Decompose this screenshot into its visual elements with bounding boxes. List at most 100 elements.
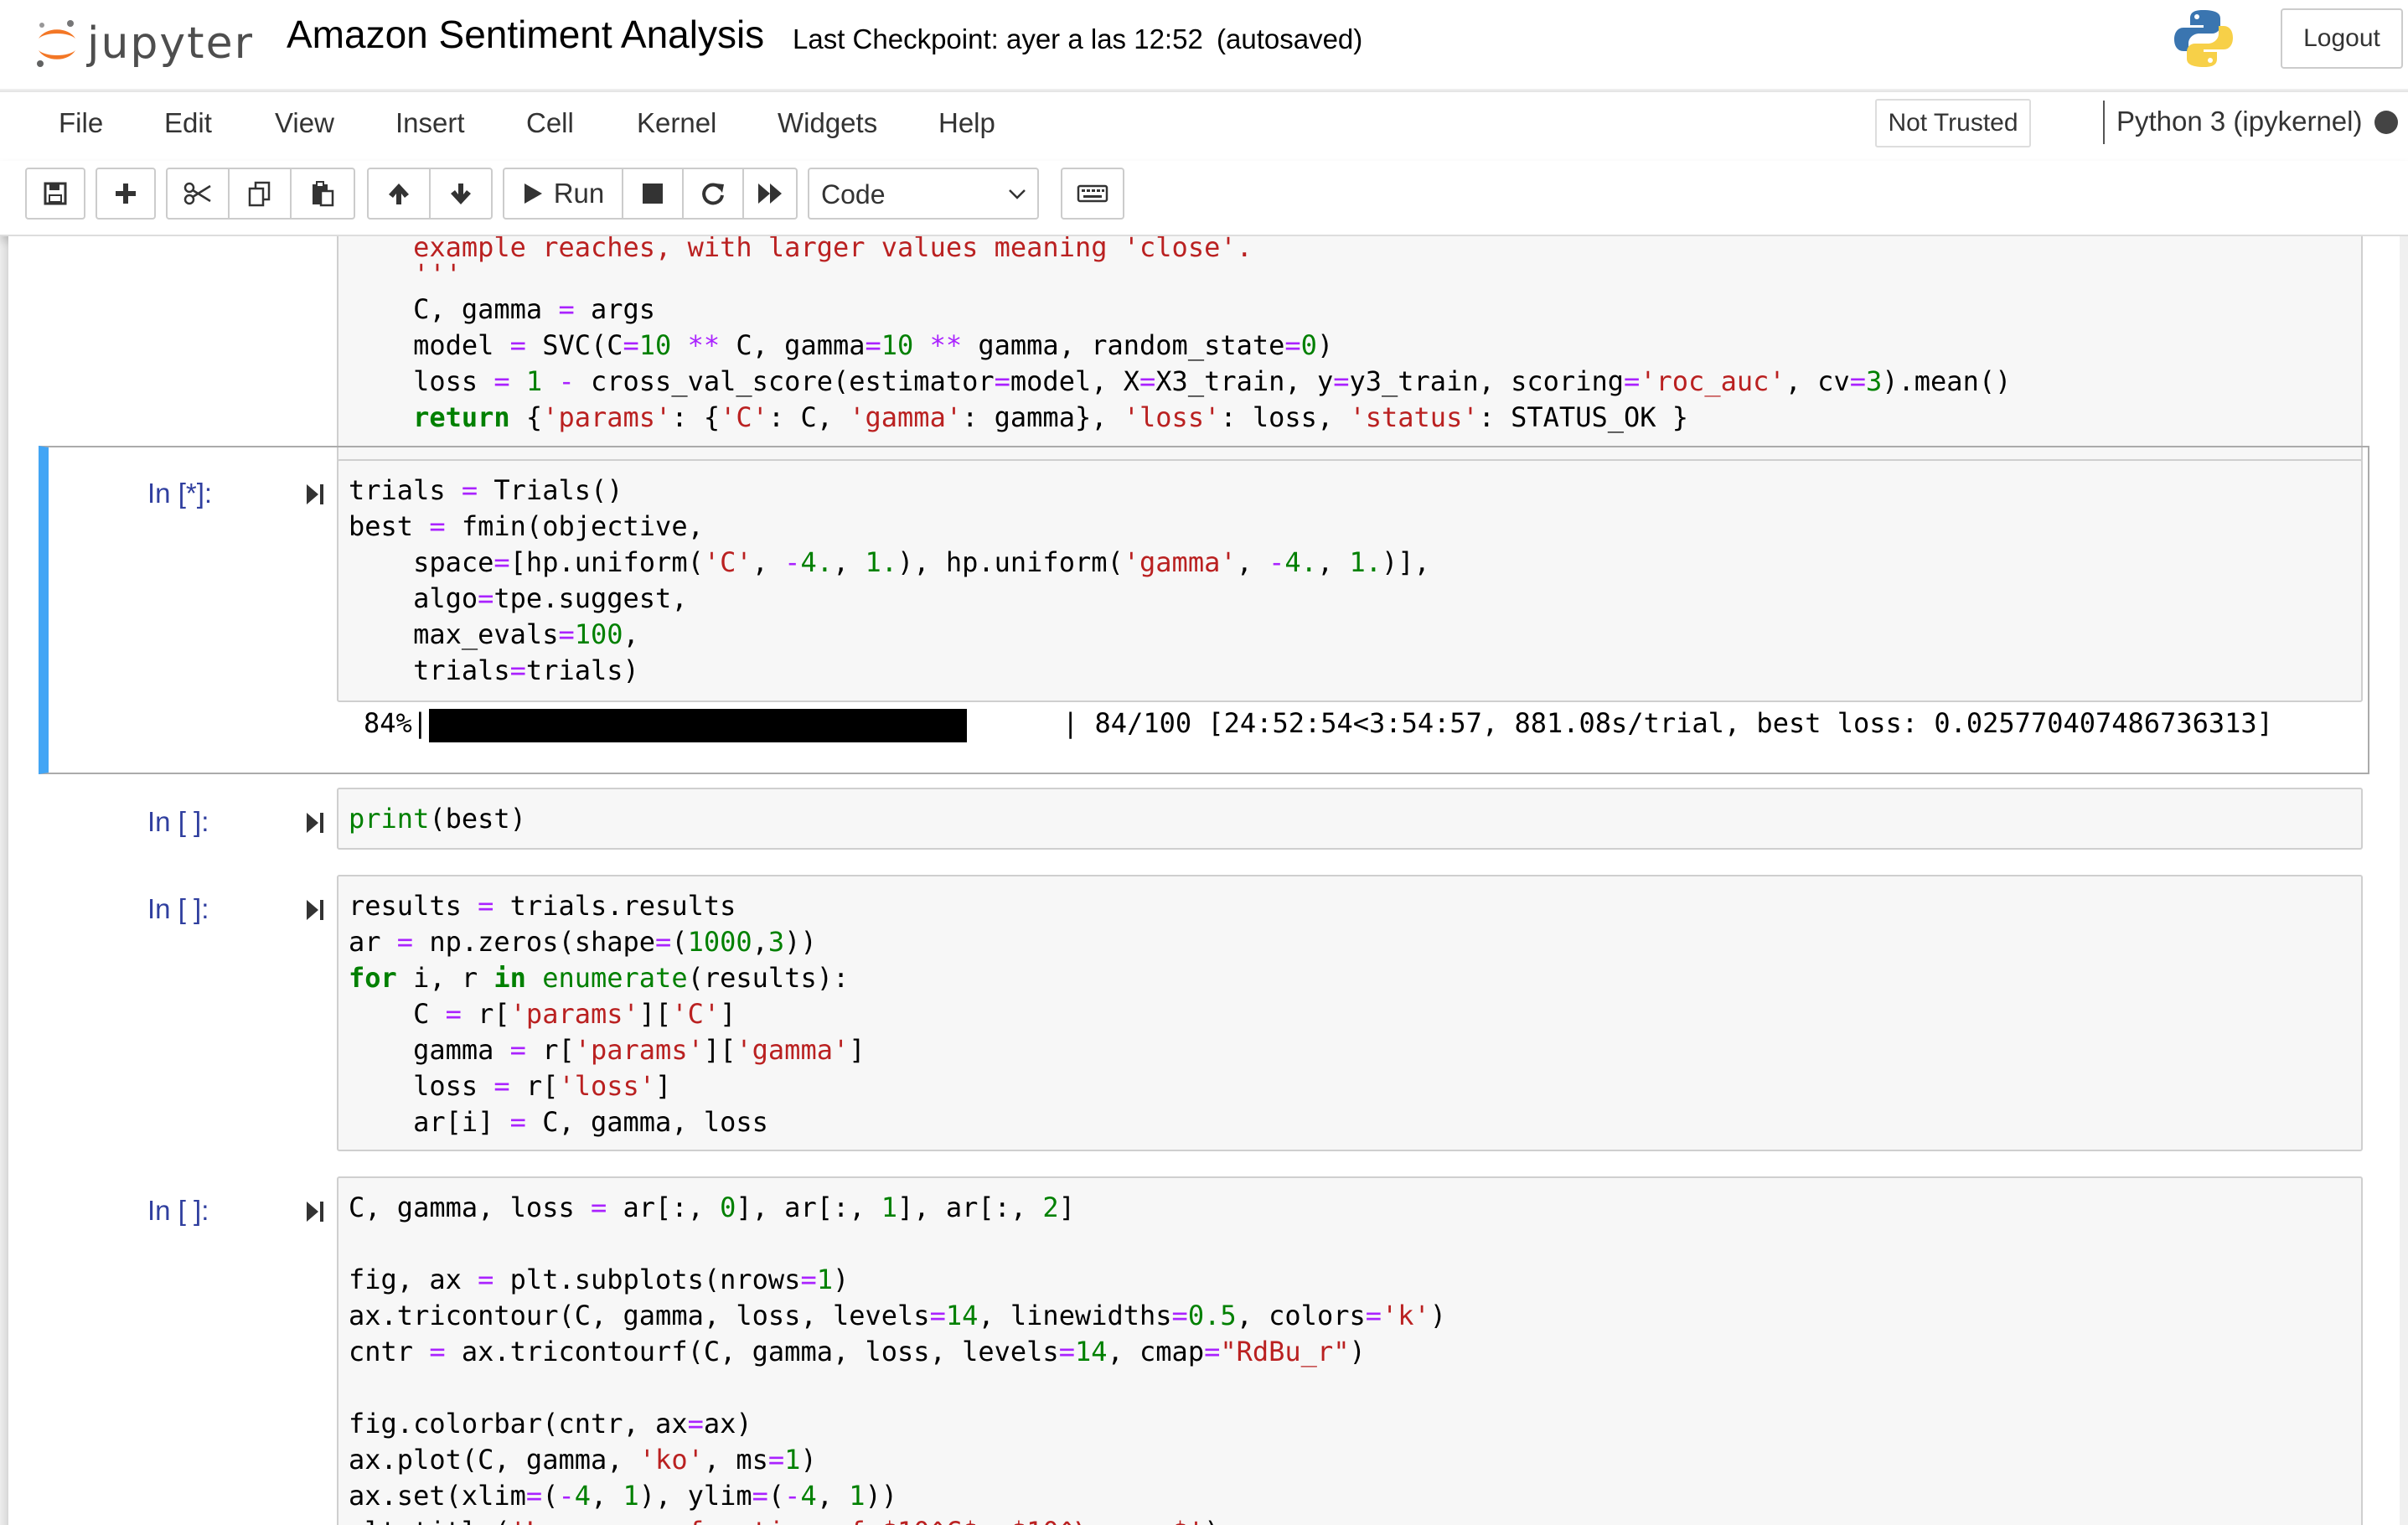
run-icon — [524, 184, 542, 204]
code-cell[interactable]: In [ ]: results = trials.results ar = np… — [39, 868, 2369, 1153]
code-editor[interactable]: example reaches, with larger values mean… — [337, 236, 2363, 463]
autosave-status: (autosaved) — [1217, 23, 1363, 54]
code-line: max_evals=100, — [349, 618, 639, 650]
move-down-button[interactable] — [429, 168, 493, 220]
paste-icon — [313, 181, 334, 207]
run-cell-icon[interactable] — [305, 1200, 325, 1223]
cell-prompt: In [ ]: — [147, 893, 209, 924]
stop-icon — [643, 184, 663, 204]
code-line: return {'params': {'C': C, 'gamma': gamm… — [413, 401, 1689, 433]
cut-button[interactable] — [166, 168, 230, 220]
cell-type-select[interactable]: Code — [808, 168, 1039, 220]
save-icon — [44, 182, 67, 205]
code-line: loss = r['loss'] — [349, 1070, 672, 1102]
code-editor[interactable]: C, gamma, loss = ar[:, 0], ar[:, 1], ar[… — [337, 1176, 2363, 1525]
notebook-container[interactable]: example reaches, with larger values mean… — [0, 236, 2408, 1525]
code-line: C = r['params']['C'] — [349, 998, 736, 1030]
code-line: trials = Trials() — [349, 474, 623, 506]
cell-type-label: Code — [821, 179, 886, 209]
menu-edit[interactable]: Edit — [164, 107, 212, 139]
code-line: ax.tricontour(C, gamma, loss, levels=14,… — [349, 1300, 1447, 1331]
arrow-up-icon — [389, 184, 409, 204]
header: jupyter Amazon Sentiment Analysis Last C… — [0, 0, 2408, 89]
restart-button[interactable] — [682, 168, 744, 220]
code-editor[interactable]: results = trials.results ar = np.zeros(s… — [337, 875, 2363, 1151]
code-line: for i, r in enumerate(results): — [349, 962, 850, 994]
code-line: ax.set(xlim=(-4, 1), ylim=(-4, 1)) — [349, 1480, 898, 1512]
notebook-title[interactable]: Amazon Sentiment Analysis — [287, 12, 764, 57]
run-cell-icon[interactable] — [305, 811, 325, 835]
run-cell-icon[interactable] — [305, 898, 325, 922]
menu-insert[interactable]: Insert — [395, 107, 465, 139]
code-line: C, gamma = args — [349, 293, 656, 325]
jupyter-logo[interactable]: jupyter — [34, 10, 254, 77]
code-cell[interactable]: example reaches, with larger values mean… — [39, 236, 2369, 471]
trust-status-button[interactable]: Not Trusted — [1875, 99, 2031, 147]
code-line: model = SVC(C=10 ** C, gamma=10 ** gamma… — [349, 329, 1334, 361]
progress-percent: 84%| — [364, 707, 429, 739]
cell-prompt: In [ ]: — [147, 806, 209, 837]
arrow-down-icon — [451, 184, 471, 204]
code-cell[interactable]: In [ ]: C, gamma, loss = ar[:, 0], ar[:,… — [39, 1170, 2369, 1525]
restart-run-all-button[interactable] — [742, 168, 798, 220]
copy-button[interactable] — [228, 168, 292, 220]
menu-kernel[interactable]: Kernel — [637, 107, 716, 139]
kernel-busy-indicator — [2374, 111, 2398, 134]
cell-prompt: In [ ]: — [147, 1195, 209, 1226]
logout-button[interactable]: Logout — [2281, 8, 2403, 69]
python-logo-icon — [2174, 10, 2233, 67]
code-line: ar[i] = C, gamma, loss — [349, 1106, 768, 1138]
code-line: algo=tpe.suggest, — [349, 582, 688, 614]
run-cell-icon[interactable] — [305, 483, 325, 506]
code-line: print(best) — [349, 803, 526, 835]
code-line: space=[hp.uniform('C', -4., 1.), hp.unif… — [349, 546, 1430, 578]
code-cell-selected[interactable]: In [*]: trials = Trials() best = fmin(ob… — [39, 446, 2369, 774]
toolbar: Run Code — [0, 161, 2408, 236]
code-line: trials=trials) — [349, 654, 639, 686]
interrupt-button[interactable] — [622, 168, 684, 220]
code-line: ''' — [349, 258, 462, 290]
jupyter-logo-icon — [37, 20, 75, 67]
logo-text: jupyter — [87, 18, 254, 69]
code-line: cntr = ax.tricontourf(C, gamma, loss, le… — [349, 1336, 1366, 1367]
cut-icon — [183, 182, 211, 205]
save-button[interactable] — [25, 168, 85, 220]
code-line: loss = 1 - cross_val_score(estimator=mod… — [349, 365, 2012, 397]
code-line: fig.colorbar(cntr, ax=ax) — [349, 1408, 752, 1440]
notebook-page: example reaches, with larger values mean… — [8, 236, 2401, 1525]
scrollbar[interactable] — [2400, 236, 2408, 1525]
code-cell[interactable]: In [ ]: print(best) — [39, 781, 2369, 856]
insert-cell-button[interactable] — [96, 168, 156, 220]
code-editor[interactable]: trials = Trials() best = fmin(objective,… — [337, 459, 2363, 702]
progress-status: | 84/100 [24:52:54<3:54:57, 881.08s/tria… — [1062, 707, 2273, 739]
menu-help[interactable]: Help — [938, 107, 995, 139]
progress-bar — [429, 709, 967, 742]
run-button[interactable]: Run — [503, 168, 623, 220]
menubar: File Edit View Insert Cell Kernel Widget… — [0, 90, 2408, 163]
command-palette-button[interactable] — [1061, 168, 1124, 220]
menu-file[interactable]: File — [59, 107, 103, 139]
code-line: fig, ax = plt.subplots(nrows=1) — [349, 1264, 850, 1295]
cell-prompt: In [*]: — [147, 478, 213, 509]
code-line: ar = np.zeros(shape=(1000,3)) — [349, 926, 817, 958]
run-label: Run — [553, 178, 605, 209]
menu-widgets[interactable]: Widgets — [778, 107, 877, 139]
code-line: ax.plot(C, gamma, 'ko', ms=1) — [349, 1444, 817, 1476]
code-line: gamma = r['params']['gamma'] — [349, 1034, 866, 1066]
kernel-divider — [2103, 101, 2105, 144]
code-line: results = trials.results — [349, 890, 736, 922]
restart-icon — [702, 183, 724, 205]
code-editor[interactable]: print(best) — [337, 788, 2363, 850]
checkpoint-status: Last Checkpoint: ayer a las 12:52 — [793, 23, 1203, 54]
code-line: C, gamma, loss = ar[:, 0], ar[:, 1], ar[… — [349, 1192, 1075, 1223]
move-up-button[interactable] — [367, 168, 431, 220]
code-line: example reaches, with larger values mean… — [349, 236, 1253, 263]
menu-cell[interactable]: Cell — [526, 107, 574, 139]
menu-view[interactable]: View — [275, 107, 334, 139]
keyboard-icon — [1077, 184, 1108, 203]
code-line: best = fmin(objective, — [349, 510, 704, 542]
fast-forward-icon — [758, 184, 782, 204]
paste-button[interactable] — [290, 168, 355, 220]
kernel-name[interactable]: Python 3 (ipykernel) — [2116, 106, 2362, 137]
plus-icon — [116, 184, 136, 204]
